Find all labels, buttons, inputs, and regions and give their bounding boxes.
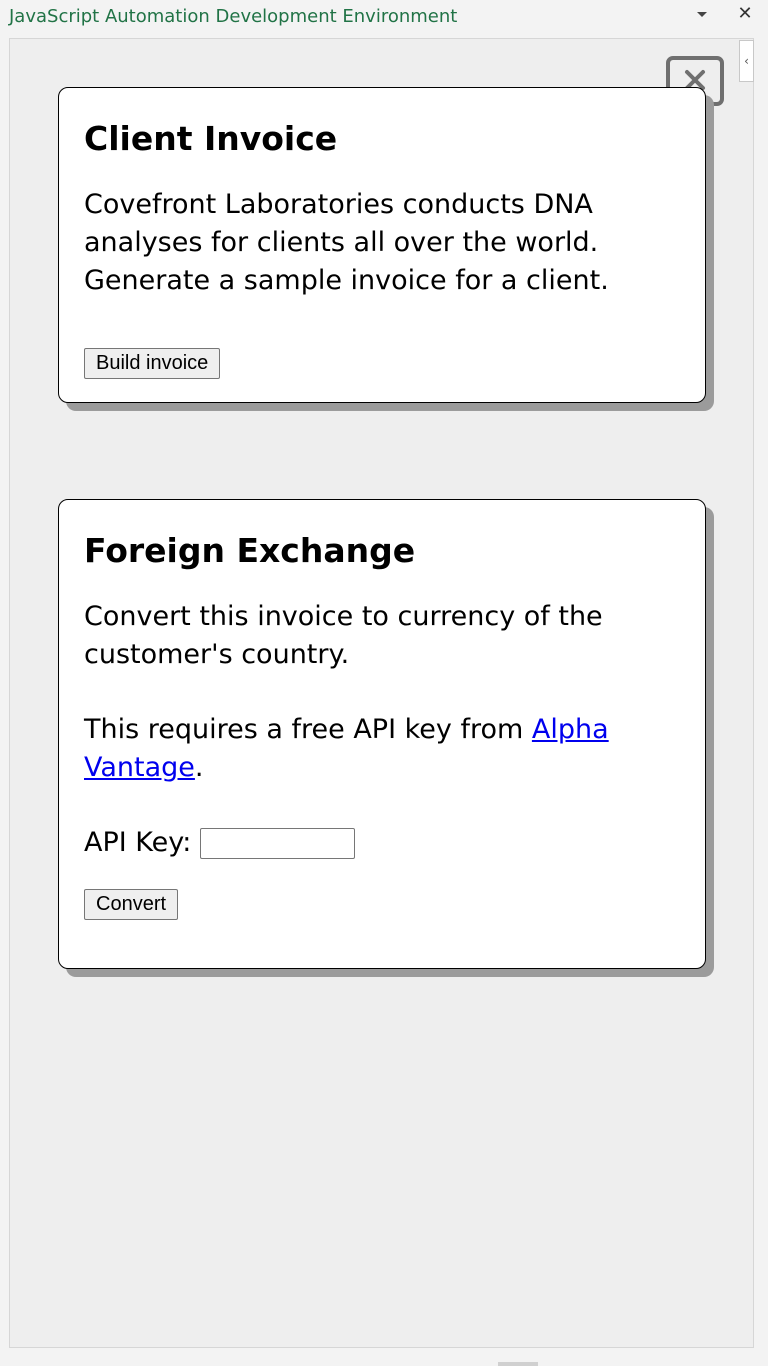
client-invoice-card: Client Invoice Covefront Laboratories co… <box>58 87 706 403</box>
api-key-label: API Key: <box>84 827 192 858</box>
convert-button[interactable]: Convert <box>84 889 179 920</box>
build-invoice-button[interactable]: Build invoice <box>84 348 221 379</box>
api-key-row: API Key: <box>84 824 680 862</box>
api-note-prefix: This requires a free API key from <box>84 714 532 745</box>
card-heading: Foreign Exchange <box>84 531 416 570</box>
task-pane-titlebar: JavaScript Automation Development Enviro… <box>0 0 768 36</box>
chevron-down-icon[interactable] <box>697 12 707 17</box>
card-heading: Client Invoice <box>84 119 338 158</box>
chevron-left-icon[interactable]: ‹ <box>739 40 754 82</box>
foreign-exchange-card: Foreign Exchange Convert this invoice to… <box>58 499 706 969</box>
api-key-note: This requires a free API key from Alpha … <box>84 711 680 787</box>
resize-handle[interactable] <box>498 1362 538 1366</box>
close-icon[interactable]: ✕ <box>736 3 754 25</box>
api-note-suffix: . <box>194 752 204 783</box>
card-description: Covefront Laboratories conducts DNA anal… <box>84 189 609 296</box>
card-description: Convert this invoice to currency of the … <box>84 601 603 670</box>
task-pane-title: JavaScript Automation Development Enviro… <box>9 6 458 27</box>
api-key-input[interactable] <box>199 828 355 859</box>
